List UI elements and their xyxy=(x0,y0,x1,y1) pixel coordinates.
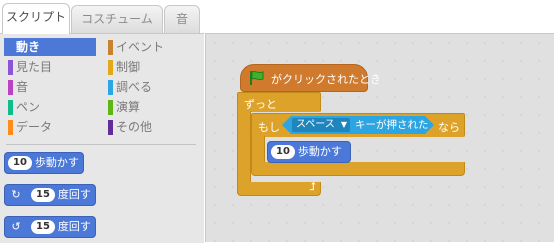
dropdown-arrow-icon: ▼ xyxy=(340,120,347,129)
category-sound[interactable]: 音 xyxy=(4,78,96,96)
category-label: その他 xyxy=(116,120,153,134)
category-looks[interactable]: 見た目 xyxy=(4,58,96,76)
when-flag-clicked-block[interactable]: がクリックされたとき xyxy=(240,64,381,92)
key-dropdown[interactable]: スペース ▼ xyxy=(292,118,350,132)
key-pressed-label: キーが押された xyxy=(355,119,429,131)
steps-input[interactable]: 10 xyxy=(8,156,32,170)
turn-right-block[interactable]: ↻ 15 度回す xyxy=(4,184,96,206)
category-pen[interactable]: ペン xyxy=(4,98,96,116)
tab-scripts[interactable]: スクリプト xyxy=(2,3,70,34)
script-area[interactable]: がクリックされたとき ずっと ⮥ もし なら スペース ▼ キーが押された 10… xyxy=(205,33,554,242)
category-swatch xyxy=(108,80,113,95)
loop-arrow-icon: ⮥ xyxy=(309,180,317,193)
category-more-blocks[interactable]: その他 xyxy=(104,118,196,136)
key-dropdown-value: スペース xyxy=(296,119,335,130)
tab-costumes[interactable]: コスチューム xyxy=(71,5,163,33)
category-label: ペン xyxy=(16,100,41,114)
block-label: 歩動かす xyxy=(34,156,79,169)
palette-divider xyxy=(6,144,196,145)
turn-left-block[interactable]: ↺ 15 度回す xyxy=(4,216,96,238)
category-label: 制御 xyxy=(116,60,141,74)
move-steps-block[interactable]: 10 歩動かす xyxy=(4,152,84,174)
category-events[interactable]: イベント xyxy=(104,38,196,56)
category-label: 調べる xyxy=(116,80,153,94)
then-label: なら xyxy=(438,121,460,134)
degrees-input[interactable]: 15 xyxy=(31,220,55,234)
category-swatch xyxy=(108,120,113,135)
category-swatch xyxy=(108,40,113,55)
forever-block[interactable]: ずっと xyxy=(237,92,321,112)
category-data[interactable]: データ xyxy=(4,118,96,136)
category-motion[interactable]: 動き xyxy=(4,38,96,56)
category-operators[interactable]: 演算 xyxy=(104,98,196,116)
category-control[interactable]: 制御 xyxy=(104,58,196,76)
category-swatch xyxy=(8,60,13,75)
tab-sounds[interactable]: 音 xyxy=(164,5,200,33)
forever-arm xyxy=(237,111,251,193)
forever-label: ずっと xyxy=(244,98,277,111)
block-label: 度回す xyxy=(57,220,91,233)
category-swatch xyxy=(108,100,113,115)
category-sensing[interactable]: 調べる xyxy=(104,78,196,96)
block-label: 度回す xyxy=(57,188,91,201)
rotate-right-icon: ↻ xyxy=(11,188,21,201)
key-pressed-block[interactable]: スペース ▼ キーが押された xyxy=(282,116,434,134)
move-steps-block[interactable]: 10 歩動かす xyxy=(267,141,351,163)
category-label: 動き xyxy=(16,40,41,54)
degrees-input[interactable]: 15 xyxy=(31,188,55,202)
if-bottom xyxy=(251,162,465,176)
category-swatch xyxy=(8,40,13,55)
category-swatch xyxy=(8,80,13,95)
green-flag-icon xyxy=(249,70,264,86)
category-swatch xyxy=(108,60,113,75)
forever-bottom: ⮥ xyxy=(237,180,321,196)
block-label: 歩動かす xyxy=(297,145,342,158)
block-palette: 動き 見た目 音 ペン データ イベント 制御 調べる 演算 その他 10 歩動か… xyxy=(0,33,204,243)
category-swatch xyxy=(8,120,13,135)
category-label: データ xyxy=(16,120,53,134)
rotate-left-icon: ↺ xyxy=(11,220,21,233)
category-label: 音 xyxy=(16,80,29,94)
category-swatch xyxy=(8,100,13,115)
hat-label: がクリックされたとき xyxy=(271,73,381,86)
steps-input[interactable]: 10 xyxy=(271,145,295,159)
category-label: 見た目 xyxy=(16,60,53,74)
if-label: もし xyxy=(258,121,280,134)
category-label: 演算 xyxy=(116,100,141,114)
category-label: イベント xyxy=(116,40,165,54)
